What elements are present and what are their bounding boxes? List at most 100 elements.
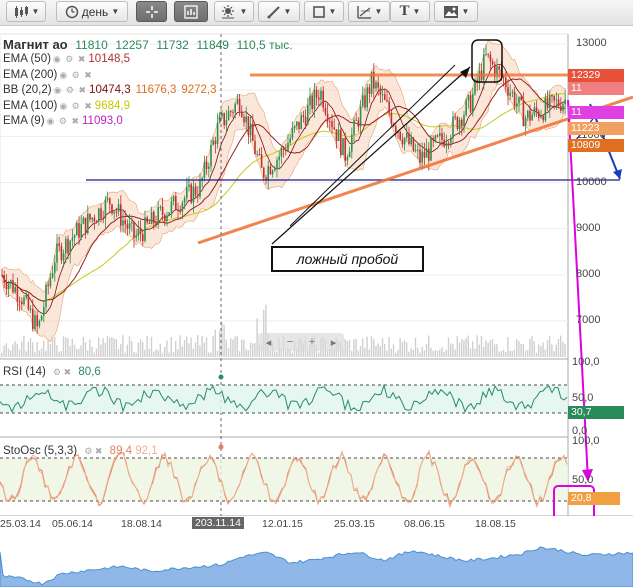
volume-bar [84,342,87,357]
volume-bar [23,336,25,357]
false-breakout-annotation[interactable]: ложный пробой [271,246,424,272]
candle-body [258,154,261,156]
candle-body [238,98,241,112]
indicator-legend-item[interactable]: BB (20,2) ◉ ⚙ ✖ 10474,3 11676,3 9272,3 [3,84,222,96]
volume-bar [194,342,197,357]
volume-bar [117,348,120,357]
text-tool-button[interactable]: T ▼ [390,1,430,22]
date-label: 05.06.14 [52,518,93,530]
indicator-legend-item[interactable]: EMA (50) ◉ ⚙ ✖ 10148,5 [3,53,135,65]
candle-body [98,208,100,222]
zoom-out-button[interactable]: − [287,336,293,348]
candle-body [505,77,507,88]
volume-bar [439,349,441,357]
crosshair-button[interactable] [136,1,167,22]
magenta-arrow-line[interactable] [567,99,589,481]
shape-button[interactable]: ▼ [304,1,344,22]
candle-body [287,142,289,152]
period-select[interactable]: день ▼ [56,1,128,22]
indicator-controls-icon[interactable]: ◉ ⚙ ✖ [59,101,92,111]
volume-bar [318,352,320,357]
volume-bar [531,336,533,357]
settings-icon[interactable]: ⚙ ✖ [53,367,71,377]
indicator-legend-item[interactable]: EMA (100) ◉ ⚙ ✖ 9684,9 [3,100,135,112]
candle-body [469,95,472,113]
volume-bar [67,338,69,357]
scroll-left-button[interactable]: ◂ [266,336,272,349]
volume-bar [373,339,375,357]
draw-line-button[interactable]: ▼ [258,1,300,22]
indicator-value: 11093,0 [82,115,123,127]
candle-body [87,213,89,234]
candle-body [210,144,212,167]
candle-body [447,142,450,144]
price-axis-label: 9000 [576,221,601,234]
scroll-right-button[interactable]: ▸ [331,336,337,349]
volume-bar [353,339,355,357]
indicators-button[interactable] [174,1,208,22]
candle-body [452,116,454,138]
candle-body [337,129,340,142]
indicator-value: 11676,3 [135,84,177,96]
candle-body [302,115,305,118]
candle-body [454,116,456,118]
volume-bar [450,343,452,357]
candle-body [329,121,331,123]
volume-bar [71,338,73,357]
candle-body [139,228,142,235]
candle-body [291,128,294,139]
indicator-controls-icon[interactable]: ◉ ⚙ ✖ [59,70,92,80]
indicator-controls-icon[interactable]: ◉ ⚙ ✖ [53,54,86,64]
volume-bar [467,335,469,357]
stoch-label: StoOsc (5,3,3) [3,445,78,457]
volume-bar [80,345,82,357]
stoch-value-tag: 20,8 [568,492,620,505]
candle-body [399,131,401,140]
volume-bar [520,344,522,357]
candle-body [516,103,518,107]
candle-body [368,87,371,94]
candle-body [71,238,74,241]
volume-bar [518,341,520,357]
rsi-value-tag: 30,7 [568,406,624,419]
candle-body [555,99,558,101]
volume-bar [27,341,29,357]
settings-icon[interactable]: ⚙ ✖ [84,446,102,456]
candle-body [425,148,428,158]
candle-body [170,201,173,213]
candle-body [289,138,291,143]
candle-body [227,111,230,121]
indicator-controls-icon[interactable]: ◉ ⚙ ✖ [47,116,80,126]
volume-bar [104,342,106,357]
chart-type-button[interactable]: ▼ [6,1,46,22]
candle-body [117,204,120,212]
candle-body [168,212,170,216]
indicator-legend-item[interactable]: EMA (9) ◉ ⚙ ✖ 11093,0 [3,115,128,127]
volume-bar [542,342,544,357]
volume-bar [142,341,144,357]
candle-body [65,238,67,254]
volume-bar [12,344,14,357]
candle-body [14,286,16,293]
text-icon: T [399,3,410,19]
navigator-chart[interactable] [0,534,633,587]
image-export-button[interactable]: ▼ [434,1,478,22]
zoom-in-button[interactable]: + [309,336,315,348]
candle-body [478,70,481,84]
candle-body [542,116,544,121]
fibonacci-button[interactable]: ▼ [348,1,390,22]
candle-body [89,213,91,220]
candle-body [359,106,362,127]
candle-body [384,94,386,100]
price-axis-label: 10000 [576,175,607,188]
chevron-down-icon: ▼ [239,7,248,16]
indicator-name: EMA (50) [3,53,51,65]
candle-body [16,286,19,302]
settings-button[interactable]: ▼ [214,1,254,22]
indicator-controls-icon[interactable]: ◉ ⚙ ✖ [54,85,87,95]
indicator-legend-item[interactable]: EMA (200) ◉ ⚙ ✖ [3,69,100,81]
chevron-down-icon: ▼ [283,7,292,16]
volume-bar [245,349,247,357]
volume-bar [428,335,430,357]
volume-bar [443,351,445,357]
